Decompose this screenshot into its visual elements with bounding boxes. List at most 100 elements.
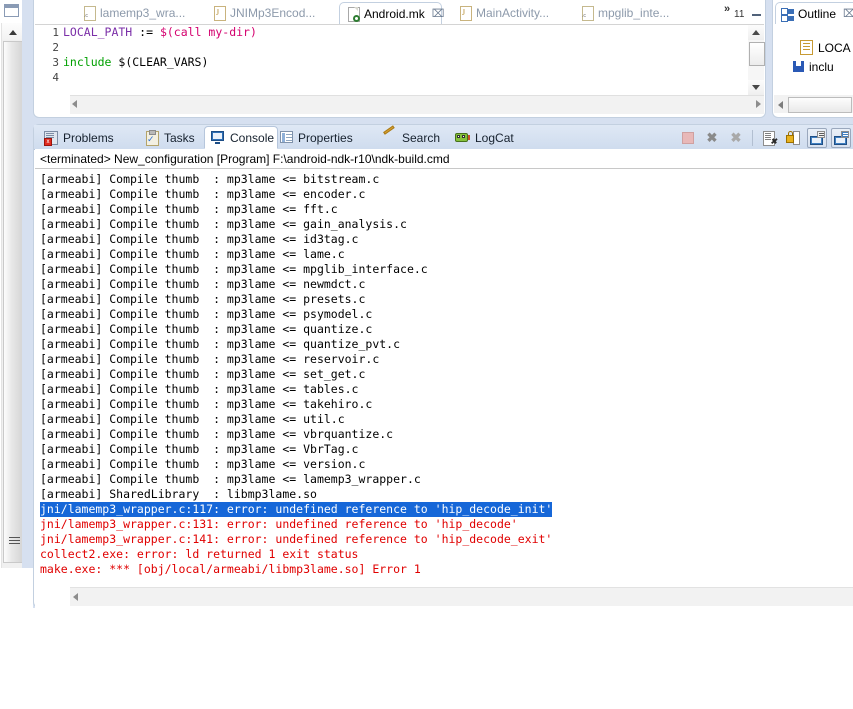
console-line[interactable]: [armeabi] Compile thumb : mp3lame <= lam… <box>40 472 853 487</box>
console-line[interactable]: [armeabi] Compile thumb : mp3lame <= bit… <box>40 172 853 187</box>
pin-console-icon <box>809 130 825 145</box>
editor-tab-0[interactable]: .c lamemp3_wra... <box>76 2 191 24</box>
field-icon <box>800 40 813 55</box>
editor-minimize-button[interactable] <box>750 5 764 17</box>
console-line-error[interactable]: jni/lamemp3_wrapper.c:131: error: undefi… <box>40 517 853 532</box>
outline-tree[interactable]: LOCA inclu <box>774 24 853 94</box>
console-line[interactable]: [armeabi] Compile thumb : mp3lame <= id3… <box>40 232 853 247</box>
outline-item-0[interactable]: LOCA <box>774 38 853 57</box>
terminate-button[interactable] <box>678 128 698 148</box>
outline-scroll-thumb[interactable] <box>788 97 852 113</box>
scroll-up-arrow-icon[interactable] <box>2 23 23 40</box>
outline-scroll-left-icon[interactable] <box>778 101 783 109</box>
tab-overflow-chevron-icon[interactable]: » <box>724 3 730 15</box>
outline-item-1[interactable]: inclu <box>774 57 853 76</box>
console-line[interactable]: [armeabi] Compile thumb : mp3lame <= vbr… <box>40 427 853 442</box>
bottom-left-filler <box>0 568 33 608</box>
editor-scroll-thumb[interactable] <box>749 42 765 66</box>
console-horizontal-scrollbar[interactable] <box>70 587 853 606</box>
editor-tab-label: Android.mk <box>364 6 425 21</box>
display-console-icon <box>833 130 849 145</box>
outline-tab-label: Outline <box>798 6 837 21</box>
tab-search[interactable]: Search <box>377 125 447 149</box>
editor-tab-1[interactable]: J JNIMp3Encod... <box>206 2 326 24</box>
code-line: 3 include $(CLEAR_VARS) <box>35 55 747 70</box>
console-line[interactable]: [armeabi] Compile thumb : mp3lame <= ver… <box>40 457 853 472</box>
scroll-lock-button[interactable] <box>783 128 803 148</box>
console-line-text: jni/lamemp3_wrapper.c:117: error: undefi… <box>40 502 553 517</box>
console-line[interactable]: [armeabi] Compile thumb : mp3lame <= fft… <box>40 202 853 217</box>
console-line-selected[interactable]: jni/lamemp3_wrapper.c:117: error: undefi… <box>40 502 853 517</box>
editor-scroll-right-icon[interactable] <box>756 100 761 108</box>
restore-view-icon[interactable] <box>4 4 19 17</box>
console-line-error[interactable]: make.exe: *** [obj/local/armeabi/libmp3l… <box>40 562 853 577</box>
editor-tab-3[interactable]: J MainActivity... <box>452 2 564 24</box>
tab-outline[interactable]: Outline ⌧ <box>775 2 853 24</box>
remove-launch-button[interactable]: ✖ <box>702 128 722 148</box>
editor-tab-close-icon[interactable]: ⌧ <box>432 7 445 20</box>
console-icon <box>211 131 225 144</box>
console-line[interactable]: [armeabi] Compile thumb : mp3lame <= tab… <box>40 382 853 397</box>
outline-horizontal-scrollbar[interactable] <box>774 95 853 113</box>
tab-tasks[interactable]: ✓ Tasks <box>139 126 201 149</box>
console-line[interactable]: [armeabi] Compile thumb : mp3lame <= psy… <box>40 307 853 322</box>
editor-text-area[interactable]: 1 LOCAL_PATH := $(call my-dir) 2 3 include $… <box>35 24 764 96</box>
console-line[interactable]: [armeabi] Compile thumb : mp3lame <= tak… <box>40 397 853 412</box>
remove-all-terminated-button[interactable]: ✖ <box>726 128 746 148</box>
console-line[interactable]: [armeabi] Compile thumb : mp3lame <= uti… <box>40 412 853 427</box>
console-line[interactable]: [armeabi] Compile thumb : mp3lame <= res… <box>40 352 853 367</box>
tab-logcat[interactable]: LogCat <box>449 126 529 149</box>
console-line[interactable]: [armeabi] Compile thumb : mp3lame <= enc… <box>40 187 853 202</box>
left-strip-top <box>0 0 22 22</box>
console-line[interactable]: [armeabi] SharedLibrary : libmp3lame.so <box>40 487 853 502</box>
makefile-icon <box>347 6 360 22</box>
clear-console-button[interactable]: ✖ <box>759 128 779 148</box>
left-fast-view-strip <box>0 0 24 608</box>
editor-tab-2[interactable]: Android.mk ⌧ <box>339 2 445 24</box>
console-line[interactable]: [armeabi] Compile thumb : mp3lame <= lam… <box>40 247 853 262</box>
code-line: 2 <box>35 40 747 55</box>
display-selected-console-button[interactable] <box>831 127 851 148</box>
console-line[interactable]: [armeabi] Compile thumb : mp3lame <= new… <box>40 277 853 292</box>
editor-tab-label: MainActivity... <box>476 6 550 20</box>
workbench-vertical-scrollbar[interactable] <box>1 23 24 608</box>
source-code[interactable]: 1 LOCAL_PATH := $(call my-dir) 2 3 include $… <box>35 25 747 96</box>
view-tab-label: Console <box>230 130 275 145</box>
tab-overflow-count[interactable]: 11 <box>734 9 744 20</box>
console-line[interactable]: [armeabi] Compile thumb : mp3lame <= qua… <box>40 337 853 352</box>
console-output[interactable]: [armeabi] Compile thumb : mp3lame <= bit… <box>35 170 853 709</box>
editor-vertical-scrollbar[interactable] <box>748 25 765 95</box>
console-line[interactable]: [armeabi] Compile thumb : mp3lame <= pre… <box>40 292 853 307</box>
problems-icon: x <box>44 130 58 146</box>
console-line[interactable]: [armeabi] Compile thumb : mp3lame <= set… <box>40 367 853 382</box>
editor-scroll-up-icon[interactable] <box>748 25 764 40</box>
stop-square-icon <box>682 131 694 144</box>
tasks-icon: ✓ <box>145 129 159 146</box>
tab-problems[interactable]: x Problems <box>38 126 136 149</box>
console-line-error[interactable]: jni/lamemp3_wrapper.c:141: error: undefi… <box>40 532 853 547</box>
scrollbar-grip-icon <box>9 537 20 545</box>
tab-console[interactable]: Console⌧ <box>204 126 293 149</box>
editor-tab-4[interactable]: .c mpglib_inte... <box>574 2 684 24</box>
tab-properties[interactable]: Properties <box>274 126 374 149</box>
outline-item-label: inclu <box>809 59 834 74</box>
line-text: include $(CLEAR_VARS) <box>63 55 209 69</box>
console-line[interactable]: [armeabi] Compile thumb : mp3lame <= qua… <box>40 322 853 337</box>
console-line[interactable]: [armeabi] Compile thumb : mp3lame <= gai… <box>40 217 853 232</box>
editor-horizontal-scrollbar[interactable] <box>70 95 764 114</box>
view-tab-label: Tasks <box>164 130 195 145</box>
scrollbar-thumb[interactable] <box>3 41 24 563</box>
console-line[interactable]: [armeabi] Compile thumb : mp3lame <= mpg… <box>40 262 853 277</box>
console-part: x Problems ✓ Tasks Console⌧ Properties Search L… <box>33 124 853 709</box>
console-line[interactable]: [armeabi] Compile thumb : mp3lame <= Vbr… <box>40 442 853 457</box>
console-scroll-left-icon[interactable] <box>73 593 78 601</box>
outline-close-icon[interactable]: ⌧ <box>843 7 853 20</box>
console-line-error[interactable]: collect2.exe: error: ld returned 1 exit … <box>40 547 853 562</box>
view-tab-label: Properties <box>298 130 353 145</box>
editor-part: .c lamemp3_wra... J JNIMp3Encod... Android.m… <box>33 0 784 118</box>
pin-console-button[interactable] <box>807 127 827 148</box>
line-number: 3 <box>52 56 59 69</box>
lock-icon <box>786 130 800 145</box>
editor-scroll-left-icon[interactable] <box>72 100 77 108</box>
editor-scroll-down-icon[interactable] <box>748 80 764 95</box>
